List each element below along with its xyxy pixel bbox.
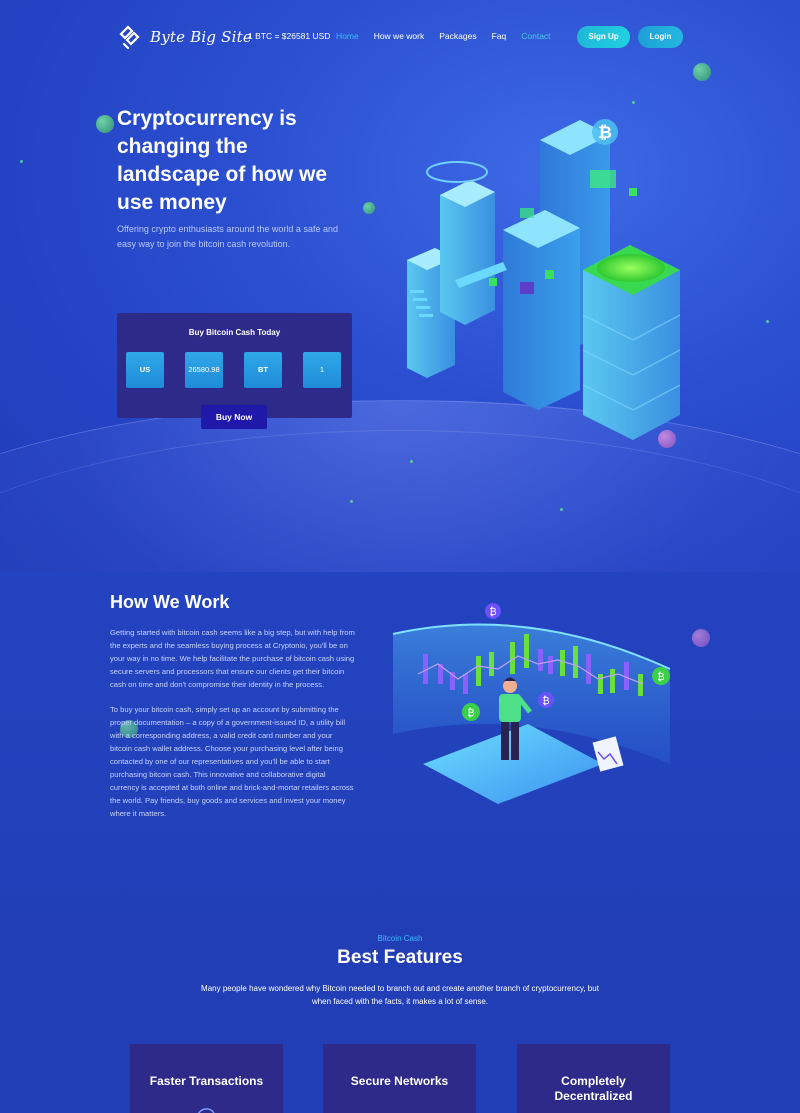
features-subtitle: Many people have wondered why Bitcoin ne… — [201, 984, 599, 1006]
how-we-work-paragraph: Getting started with bitcoin cash seems … — [110, 628, 355, 689]
features-title: Best Features — [337, 947, 463, 968]
bitcoin-icon: ₿ — [592, 119, 618, 145]
bitcoin-icon: ₿ — [485, 603, 501, 619]
dot-decoration — [410, 460, 413, 463]
svg-text:₿: ₿ — [657, 671, 664, 683]
amount-field[interactable]: 26580.98 — [185, 352, 223, 388]
feature-card[interactable]: Faster Transactions — [130, 1044, 283, 1113]
btc-price-ticker: 1 BTC = $26581 USD — [248, 31, 331, 41]
hero-title: Cryptocurrency is changing the landscape… — [117, 107, 328, 214]
feature-card[interactable]: Secure Networks — [323, 1044, 476, 1113]
hero-subtitle: Offering crypto enthusiasts around the w… — [117, 224, 338, 249]
how-we-work-text: Getting started with bitcoin cash seems … — [110, 626, 355, 832]
currency-select[interactable]: US — [126, 352, 164, 388]
nav-item-contact[interactable]: Contact — [521, 31, 550, 41]
transaction-icon — [198, 1108, 215, 1113]
login-button[interactable]: Login — [638, 26, 683, 48]
buy-widget-title: Buy Bitcoin Cash Today — [188, 328, 281, 337]
main-menu: Home How we work Packages Faq Contact — [336, 31, 566, 41]
bubble-decoration — [96, 115, 114, 133]
how-we-work-paragraph: To buy your bitcoin cash, simply set up … — [110, 705, 354, 818]
dot-decoration — [766, 320, 769, 323]
nav-item-how-we-work[interactable]: How we work — [374, 31, 425, 41]
dot-decoration — [560, 508, 563, 511]
quantity-field[interactable]: 1 — [303, 352, 341, 388]
svg-text:₿: ₿ — [542, 695, 549, 707]
nav-item-packages[interactable]: Packages — [439, 31, 476, 41]
nav-item-faq[interactable]: Faq — [492, 31, 507, 41]
isometric-city-illustration: ₿ — [407, 119, 681, 440]
features-kicker: Bitcoin Cash — [377, 934, 423, 943]
buy-now-button[interactable]: Buy Now — [201, 405, 267, 429]
how-we-work-title: How We Work — [110, 592, 230, 612]
bubble-decoration — [363, 202, 375, 214]
brand-name: Byte Big Site — [150, 28, 252, 46]
hero-section: Byte Big Site 1 BTC = $26581 USD Home Ho… — [0, 0, 800, 572]
feature-card-title: Completely Decentralized — [554, 1074, 633, 1103]
feature-card-title: Secure Networks — [350, 1074, 449, 1088]
dot-decoration — [20, 160, 23, 163]
bitcoin-icon: ₿ — [462, 703, 480, 721]
features-section: Bitcoin Cash Best Features Many people h… — [0, 912, 800, 1113]
buy-widget: Buy Bitcoin Cash Today US 26580.98 BT 1 — [117, 313, 352, 418]
coin-select[interactable]: BT — [244, 352, 282, 388]
top-navigation: Byte Big Site 1 BTC = $26581 USD Home Ho… — [0, 0, 800, 74]
bitcoin-icon: ₿ — [652, 667, 670, 685]
network-icon — [387, 1107, 413, 1113]
nav-item-home[interactable]: Home — [336, 31, 359, 41]
buy-widget-fields: US 26580.98 BT 1 — [126, 352, 341, 388]
brand-logo[interactable]: Byte Big Site — [118, 24, 252, 50]
svg-text:₿: ₿ — [598, 123, 612, 143]
bitcoin-icon: ₿ — [538, 692, 554, 708]
how-we-work-section: How We Work Getting started with bitcoin… — [0, 572, 800, 912]
logo-icon — [119, 25, 140, 50]
svg-text:₿: ₿ — [489, 606, 496, 618]
signup-button[interactable]: Sign Up — [577, 26, 630, 48]
bubble-decoration — [692, 629, 710, 647]
feature-card-title: Faster Transactions — [149, 1074, 264, 1088]
feature-card[interactable]: Completely Decentralized — [517, 1044, 670, 1113]
dot-decoration — [350, 500, 353, 503]
svg-text:₿: ₿ — [467, 707, 474, 719]
trading-screen-illustration: ₿ ₿ ₿ ₿ — [392, 603, 671, 804]
